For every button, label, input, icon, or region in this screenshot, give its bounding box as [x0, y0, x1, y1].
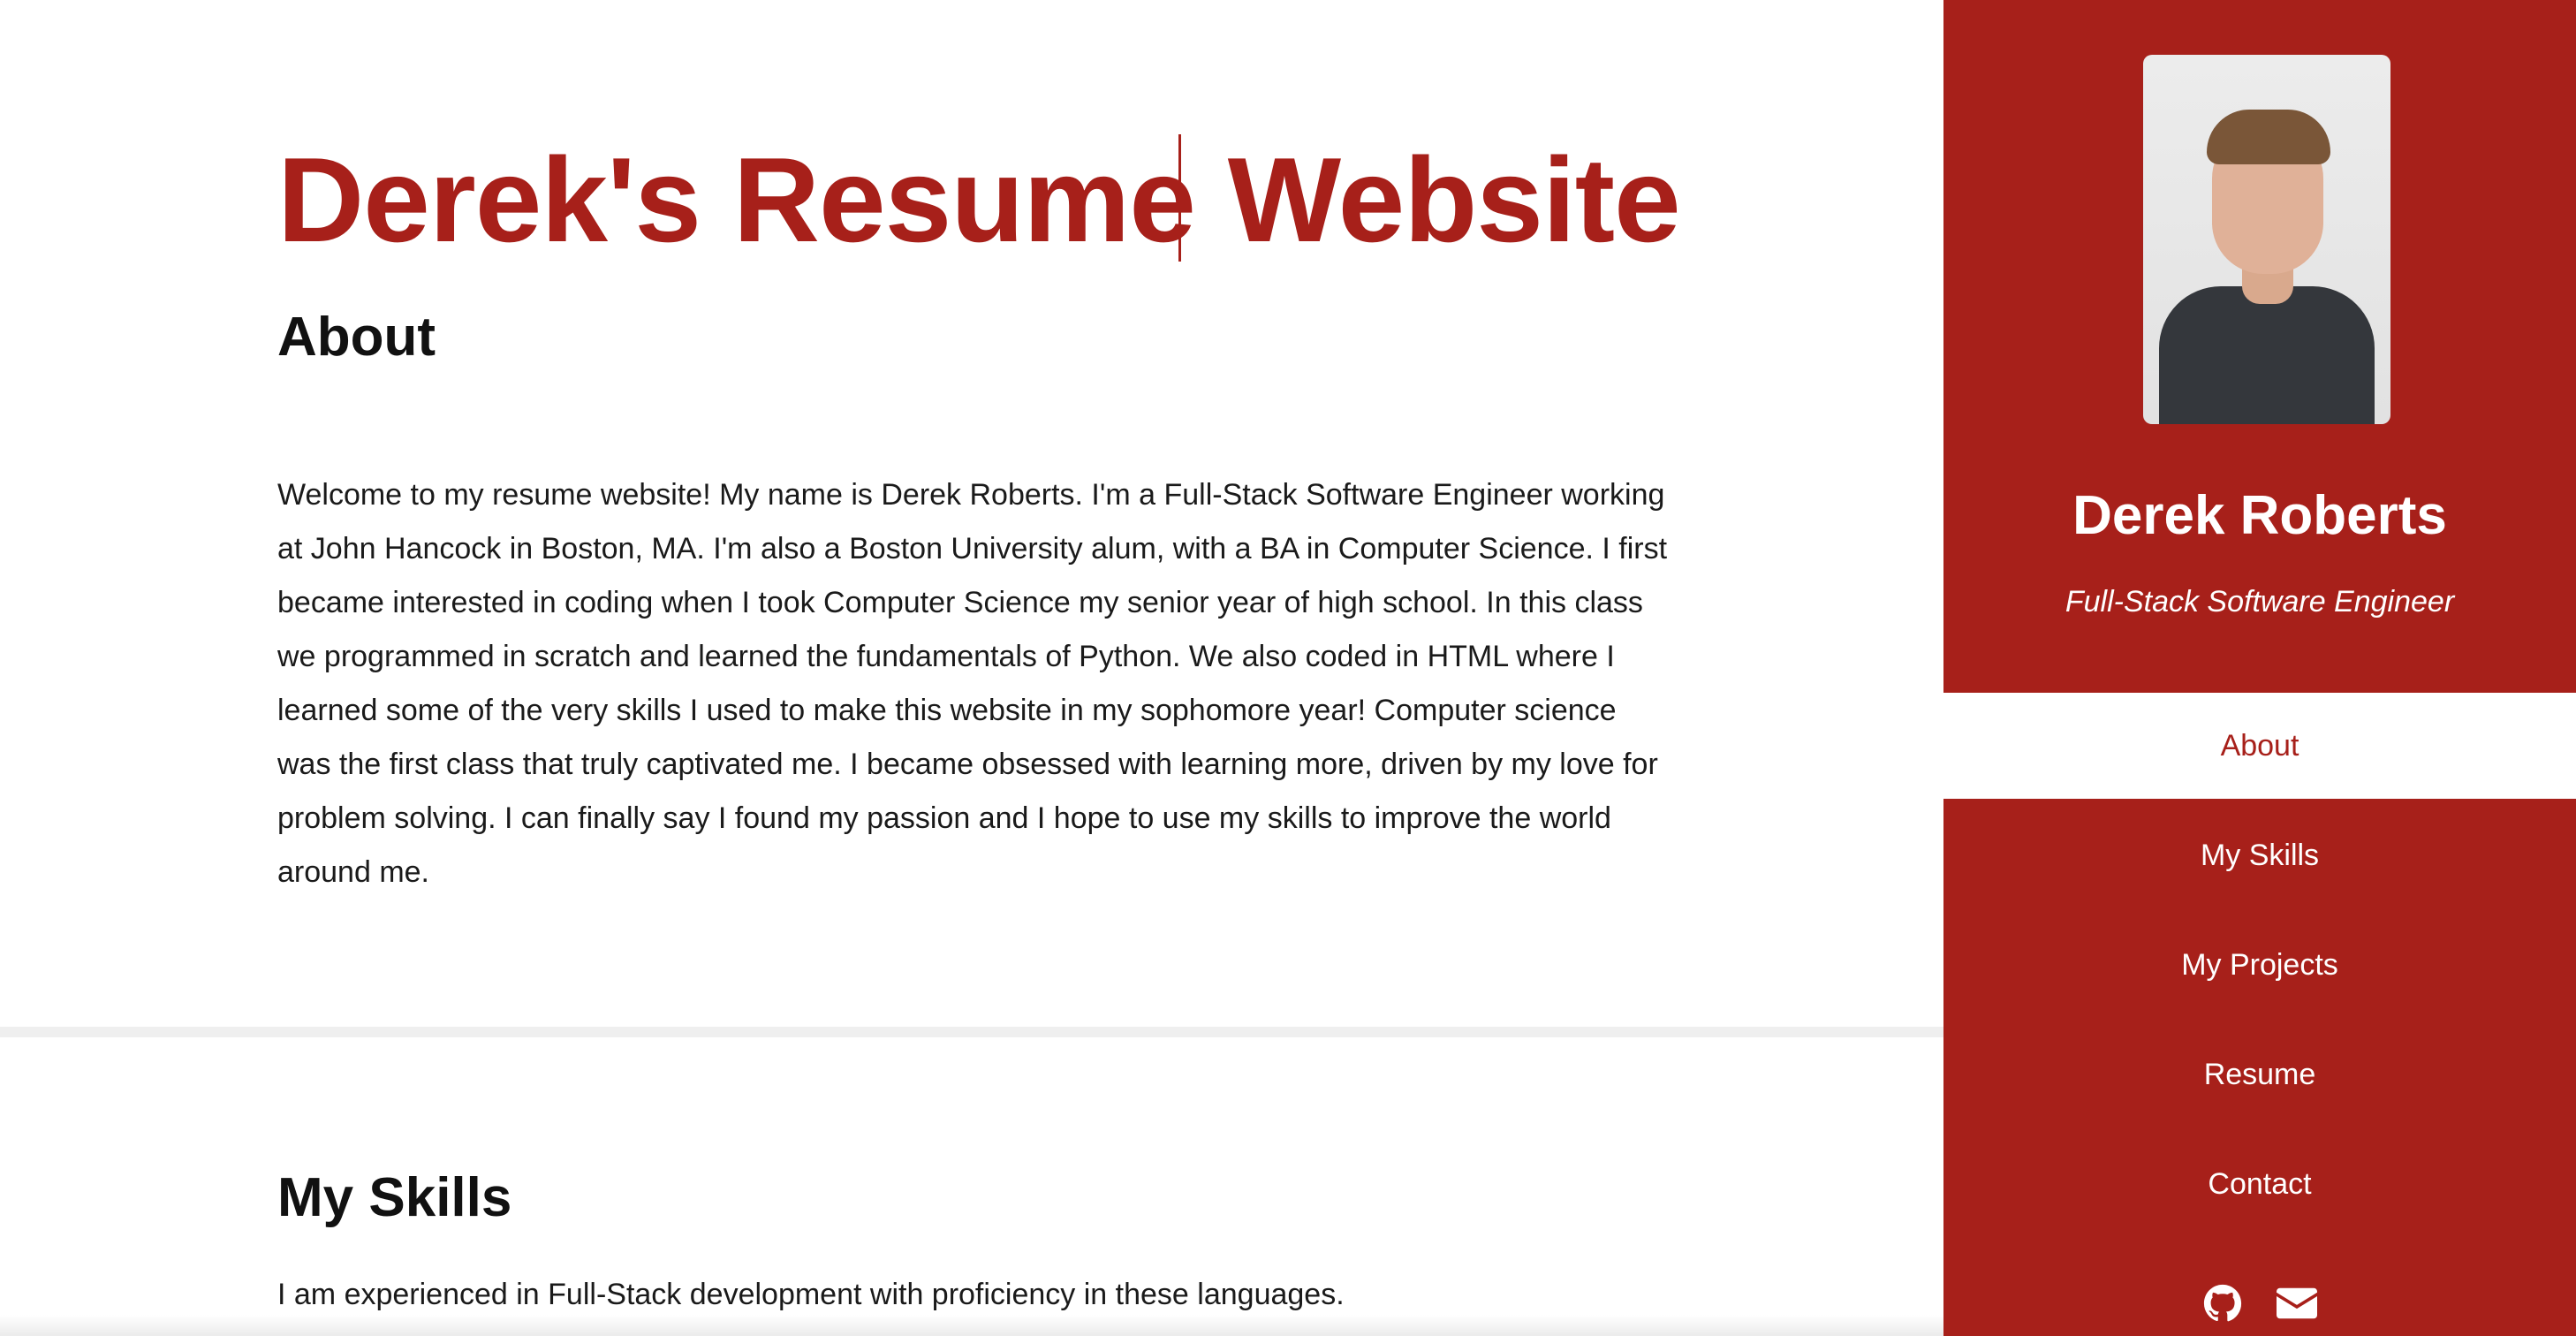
photo-shirt [2159, 286, 2375, 424]
nav-item-resume[interactable]: Resume [1943, 1021, 2576, 1127]
skills-intro-text: I am experienced in Full-Stack developme… [277, 1278, 1345, 1311]
nav-item-my-projects[interactable]: My Projects [1943, 912, 2576, 1018]
profile-photo [2143, 55, 2390, 424]
nav-item-my-skills[interactable]: My Skills [1943, 802, 2576, 908]
sidebar-nav: About My Skills My Projects Resume Conta… [1943, 693, 2576, 1241]
github-icon[interactable] [2202, 1283, 2243, 1324]
text-cursor [1178, 134, 1181, 262]
nav-item-label: Resume [2203, 1057, 2316, 1091]
nav-item-about[interactable]: About [1943, 693, 2576, 799]
envelope-icon[interactable] [2277, 1283, 2317, 1324]
social-links [1943, 1283, 2576, 1324]
about-heading: About [277, 307, 436, 368]
about-text: Welcome to my resume website! My name is… [277, 478, 1668, 889]
nav-item-label: About [2220, 728, 2299, 763]
nav-item-contact[interactable]: Contact [1943, 1131, 2576, 1237]
envelope-icon-graphic [2277, 1287, 2317, 1319]
nav-item-label: Contact [2208, 1166, 2312, 1201]
main-content: Derek's Resume Website About Welcome to … [0, 0, 1943, 1336]
nav-item-label: My Projects [2181, 947, 2338, 982]
page-title: Derek's Resume Website [277, 133, 1681, 267]
section-divider [0, 1027, 1943, 1037]
profile-name: Derek Roberts [2072, 485, 2447, 546]
photo-hair [2207, 110, 2330, 164]
nav-item-label: My Skills [2200, 838, 2320, 872]
skills-heading: My Skills [277, 1167, 512, 1228]
github-icon-graphic [2203, 1284, 2242, 1322]
sidebar: Derek Roberts Full-Stack Software Engine… [1943, 0, 2576, 1336]
bottom-fade [0, 1315, 1943, 1336]
profile-title: Full-Stack Software Engineer [2065, 585, 2455, 619]
